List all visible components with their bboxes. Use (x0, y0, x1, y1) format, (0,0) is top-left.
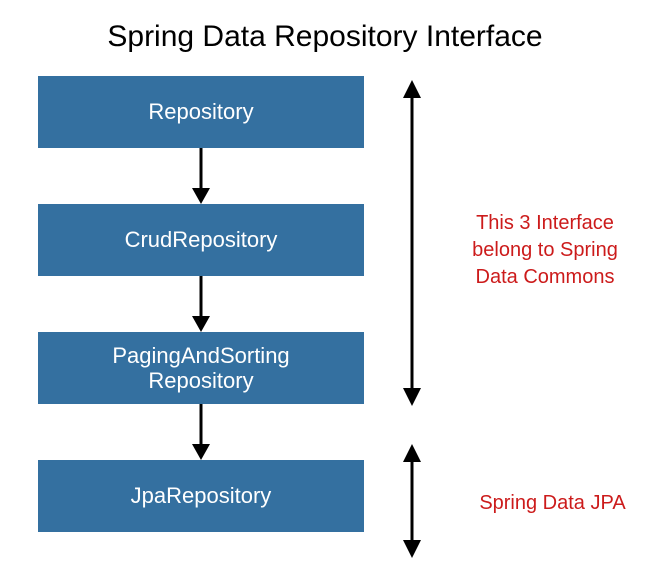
box-crud-repository: CrudRepository (38, 204, 364, 276)
arrow-down-icon (187, 404, 215, 460)
arrow-down-icon (187, 276, 215, 332)
box-repository: Repository (38, 76, 364, 148)
arrow-gap-1 (38, 148, 364, 204)
box-jpa-repository: JpaRepository (38, 460, 364, 532)
box-paging-line1: PagingAndSorting (112, 343, 289, 368)
arrow-gap-2 (38, 276, 364, 332)
arrow-gap-3 (38, 404, 364, 460)
annotation-spring-data-jpa: Spring Data JPA (470, 490, 635, 517)
box-jpa-repository-label: JpaRepository (131, 483, 272, 508)
hierarchy-column: Repository CrudRepository PagingAndSorti… (38, 76, 364, 532)
range-arrow-jpa-icon (398, 444, 426, 558)
range-arrow-commons-icon (398, 80, 426, 406)
arrow-down-icon (187, 148, 215, 204)
box-repository-label: Repository (148, 99, 253, 124)
box-crud-repository-label: CrudRepository (125, 227, 278, 252)
annotation-spring-data-commons: This 3 Interface belong to Spring Data C… (455, 210, 635, 291)
box-paging-and-sorting-repository: PagingAndSorting Repository (38, 332, 364, 404)
diagram-title: Spring Data Repository Interface (0, 20, 650, 54)
box-paging-line2: Repository (148, 368, 253, 393)
